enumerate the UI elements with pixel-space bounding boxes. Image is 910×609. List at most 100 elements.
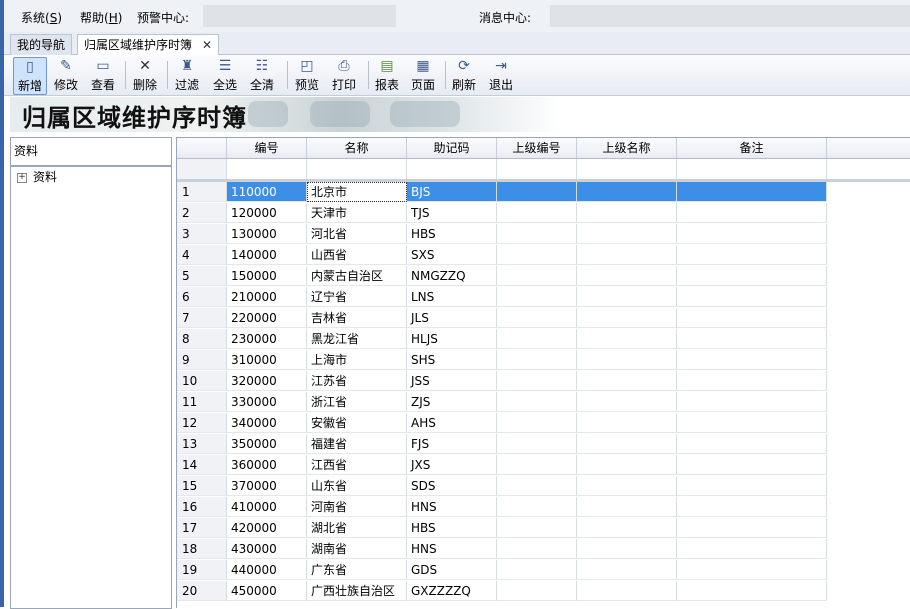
cell-remark[interactable] — [677, 287, 827, 307]
cell-name[interactable]: 山西省 — [307, 245, 407, 265]
cell-code[interactable]: 330000 — [227, 392, 307, 412]
cell-remark[interactable] — [677, 224, 827, 244]
cell-parent-name[interactable] — [577, 476, 677, 496]
cell-parent-name[interactable] — [577, 182, 677, 202]
table-row[interactable]: 4 140000 山西省 SXS — [177, 245, 827, 266]
print-button[interactable]: ⎙ 打印 — [328, 57, 360, 93]
cell-name[interactable]: 吉林省 — [307, 308, 407, 328]
cell-remark[interactable] — [677, 497, 827, 517]
filter-cell[interactable] — [307, 159, 407, 179]
tree-item-root[interactable]: + 资料 — [17, 168, 57, 185]
table-row[interactable]: 2 120000 天津市 TJS — [177, 203, 827, 224]
cell-code[interactable]: 340000 — [227, 413, 307, 433]
cell-mnemonic[interactable]: HLJS — [407, 329, 497, 349]
cell-name[interactable]: 安徽省 — [307, 413, 407, 433]
row-number[interactable]: 17 — [177, 518, 227, 538]
cell-code[interactable]: 440000 — [227, 560, 307, 580]
cell-parent-code[interactable] — [497, 518, 577, 538]
cell-parent-name[interactable] — [577, 287, 677, 307]
cell-code[interactable]: 110000 — [227, 182, 307, 202]
cell-code[interactable]: 410000 — [227, 497, 307, 517]
row-number[interactable]: 10 — [177, 371, 227, 391]
cell-parent-code[interactable] — [497, 182, 577, 202]
cell-mnemonic[interactable]: HNS — [407, 539, 497, 559]
cell-parent-name[interactable] — [577, 455, 677, 475]
table-row[interactable]: 12 340000 安徽省 AHS — [177, 413, 827, 434]
filter-cell[interactable] — [577, 159, 677, 179]
cell-remark[interactable] — [677, 539, 827, 559]
warning-center-field[interactable] — [203, 5, 396, 27]
column-header[interactable]: 上级名称 — [577, 138, 677, 158]
cell-parent-code[interactable] — [497, 581, 577, 601]
cell-mnemonic[interactable]: LNS — [407, 287, 497, 307]
cell-parent-code[interactable] — [497, 560, 577, 580]
edit-button[interactable]: ✎ 修改 — [50, 57, 82, 93]
cell-parent-name[interactable] — [577, 224, 677, 244]
cell-parent-name[interactable] — [577, 371, 677, 391]
filter-cell[interactable] — [227, 159, 307, 179]
table-row[interactable]: 1 110000 北京市 BJS — [177, 182, 827, 203]
cell-remark[interactable] — [677, 182, 827, 202]
cell-remark[interactable] — [677, 350, 827, 370]
cell-parent-code[interactable] — [497, 287, 577, 307]
cell-name[interactable]: 福建省 — [307, 434, 407, 454]
cell-name[interactable]: 黑龙江省 — [307, 329, 407, 349]
cell-parent-code[interactable] — [497, 371, 577, 391]
cell-name[interactable]: 内蒙古自治区 — [307, 266, 407, 286]
row-number[interactable]: 6 — [177, 287, 227, 307]
cell-parent-code[interactable] — [497, 539, 577, 559]
cell-parent-code[interactable] — [497, 413, 577, 433]
cell-remark[interactable] — [677, 581, 827, 601]
row-number[interactable]: 5 — [177, 266, 227, 286]
cell-parent-code[interactable] — [497, 455, 577, 475]
menu-system[interactable]: 系统(S) — [21, 9, 62, 26]
cell-remark[interactable] — [677, 434, 827, 454]
column-header[interactable]: 名称 — [307, 138, 407, 158]
cell-name[interactable]: 辽宁省 — [307, 287, 407, 307]
cell-name[interactable]: 河北省 — [307, 224, 407, 244]
expand-icon[interactable]: + — [17, 172, 27, 183]
row-number[interactable]: 13 — [177, 434, 227, 454]
table-row[interactable]: 18 430000 湖南省 HNS — [177, 539, 827, 560]
cell-code[interactable]: 320000 — [227, 371, 307, 391]
cell-name[interactable]: 湖南省 — [307, 539, 407, 559]
cell-parent-code[interactable] — [497, 224, 577, 244]
cell-parent-name[interactable] — [577, 350, 677, 370]
row-number[interactable]: 18 — [177, 539, 227, 559]
cell-mnemonic[interactable]: GDS — [407, 560, 497, 580]
tab-region-journal[interactable]: 归属区域维护序时簿 ✕ — [77, 34, 220, 56]
cell-remark[interactable] — [677, 329, 827, 349]
cell-parent-code[interactable] — [497, 392, 577, 412]
cell-parent-name[interactable] — [577, 329, 677, 349]
table-row[interactable]: 6 210000 辽宁省 LNS — [177, 287, 827, 308]
cell-name[interactable]: 浙江省 — [307, 392, 407, 412]
cell-remark[interactable] — [677, 560, 827, 580]
cell-remark[interactable] — [677, 203, 827, 223]
cell-code[interactable]: 140000 — [227, 245, 307, 265]
cell-parent-name[interactable] — [577, 539, 677, 559]
cell-parent-code[interactable] — [497, 245, 577, 265]
cell-remark[interactable] — [677, 266, 827, 286]
row-number[interactable]: 20 — [177, 581, 227, 601]
cell-parent-name[interactable] — [577, 413, 677, 433]
table-row[interactable]: 11 330000 浙江省 ZJS — [177, 392, 827, 413]
cell-parent-name[interactable] — [577, 497, 677, 517]
cell-parent-code[interactable] — [497, 266, 577, 286]
column-header[interactable]: 编号 — [227, 138, 307, 158]
row-number[interactable]: 4 — [177, 245, 227, 265]
cell-parent-name[interactable] — [577, 392, 677, 412]
table-row[interactable]: 17 420000 湖北省 HBS — [177, 518, 827, 539]
cell-remark[interactable] — [677, 476, 827, 496]
cell-mnemonic[interactable]: JSS — [407, 371, 497, 391]
cell-mnemonic[interactable]: TJS — [407, 203, 497, 223]
close-icon[interactable]: ✕ — [202, 38, 212, 52]
cell-mnemonic[interactable]: ZJS — [407, 392, 497, 412]
column-header[interactable]: 上级编号 — [497, 138, 577, 158]
clear-all-button[interactable]: ☷ 全清 — [246, 57, 278, 93]
cell-mnemonic[interactable]: SDS — [407, 476, 497, 496]
cell-mnemonic[interactable]: GXZZZZQ — [407, 581, 497, 601]
cell-code[interactable]: 430000 — [227, 539, 307, 559]
cell-mnemonic[interactable]: JLS — [407, 308, 497, 328]
cell-mnemonic[interactable]: AHS — [407, 413, 497, 433]
page-button[interactable]: ▦ 页面 — [407, 57, 439, 93]
